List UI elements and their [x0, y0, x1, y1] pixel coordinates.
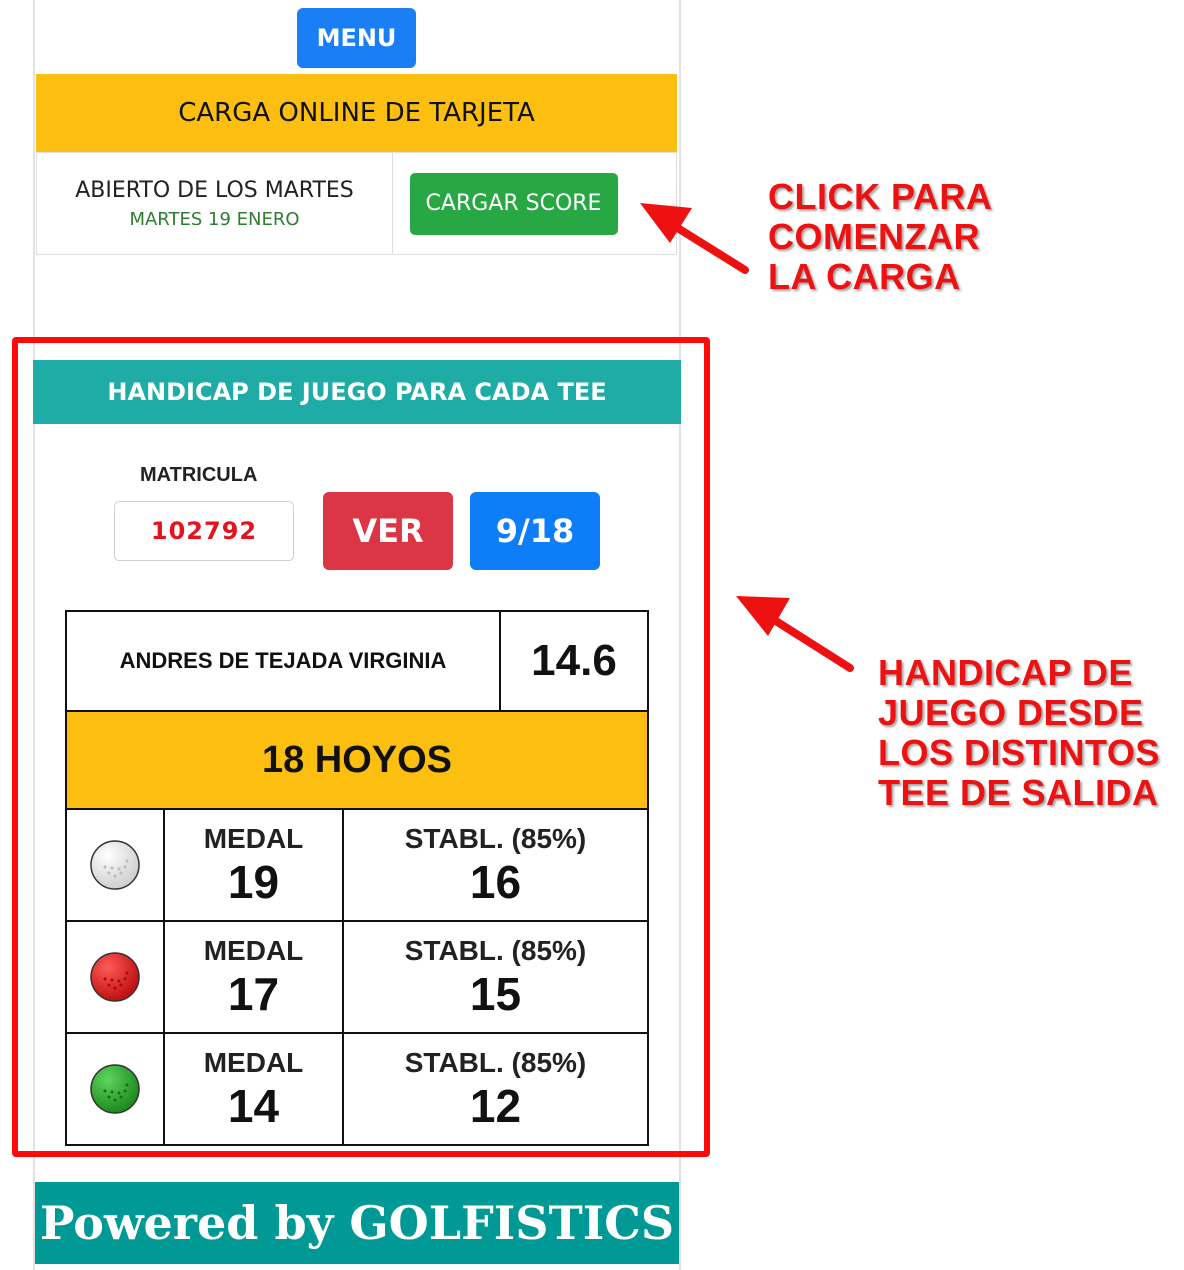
tee-row: MEDAL 17 STABL. (85%) 15: [67, 922, 647, 1034]
stableford-value: 15: [469, 968, 522, 1020]
annotation-handicap-line-4: TEE DE SALIDA: [878, 772, 1159, 813]
stableford-value: 16: [469, 856, 522, 908]
medal-cell: MEDAL 19: [165, 810, 344, 920]
medal-value: 17: [227, 968, 280, 1020]
tee-row: MEDAL 14 STABL. (85%) 12: [67, 1034, 647, 1144]
player-index: 14.6: [531, 636, 617, 685]
tee-ball-cell: [67, 1034, 165, 1144]
stableford-cell: STABL. (85%) 12: [344, 1034, 647, 1144]
white-ball-icon: [90, 840, 140, 890]
stableford-cell: STABL. (85%) 15: [344, 922, 647, 1032]
medal-value: 14: [227, 1080, 280, 1132]
tee-row: MEDAL 19 STABL. (85%) 16: [67, 810, 647, 922]
annotation-handicap-line-2: JUEGO DESDE: [878, 692, 1144, 733]
medal-label: MEDAL: [203, 935, 304, 966]
player-row: ANDRES DE TEJADA VIRGINIA 14.6: [67, 612, 647, 712]
stableford-cell: STABL. (85%) 16: [344, 810, 647, 920]
medal-label: MEDAL: [203, 1047, 304, 1078]
stableford-label: STABL. (85%): [404, 823, 587, 854]
tee-ball-cell: [67, 810, 165, 920]
medal-value: 19: [227, 856, 280, 908]
stableford-value: 12: [469, 1080, 522, 1132]
annotation-handicap-line-3: LOS DISTINTOS: [878, 732, 1160, 773]
red-ball-icon: [90, 952, 140, 1002]
annotation-handicap-line-1: HANDICAP DE: [878, 652, 1133, 693]
annotation-handicap: HANDICAP DE JUEGO DESDE LOS DISTINTOS TE…: [878, 653, 1160, 813]
tee-ball-cell: [67, 922, 165, 1032]
medal-label: MEDAL: [203, 823, 304, 854]
player-name: ANDRES DE TEJADA VIRGINIA: [67, 612, 501, 710]
powered-by-footer[interactable]: Powered by GOLFISTICS: [35, 1182, 679, 1264]
holes-title: 18 HOYOS: [67, 712, 647, 810]
medal-cell: MEDAL 14: [165, 1034, 344, 1144]
handicap-table: ANDRES DE TEJADA VIRGINIA 14.6 18 HOYOS …: [65, 610, 649, 1146]
stableford-label: STABL. (85%): [404, 1047, 587, 1078]
green-ball-icon: [90, 1064, 140, 1114]
stableford-label: STABL. (85%): [404, 935, 587, 966]
medal-cell: MEDAL 17: [165, 922, 344, 1032]
